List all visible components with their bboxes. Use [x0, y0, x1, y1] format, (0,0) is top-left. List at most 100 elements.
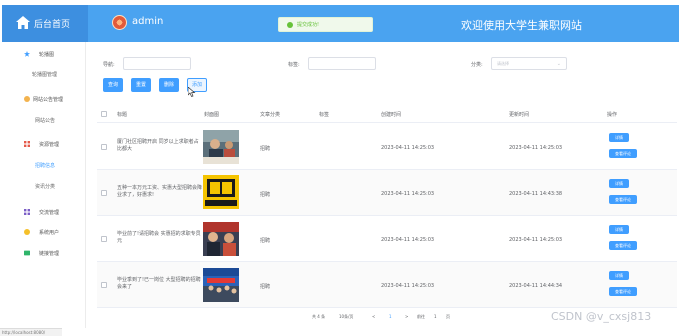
sidebar-item-users[interactable]: 系统用户 — [2, 226, 86, 240]
tag-filter-input[interactable] — [308, 57, 376, 70]
sidebar-item-notice-manage[interactable]: 网站公告管理 — [2, 93, 86, 107]
column-header-cover: 封面图 — [204, 112, 220, 118]
sidebar-item-notice[interactable]: 网站公告 — [2, 114, 86, 128]
pagination-goto-label: 前往 — [417, 314, 425, 319]
circle-icon — [24, 96, 30, 102]
brand-label: 后台首页 — [34, 20, 71, 30]
column-header-actions: 操作 — [607, 112, 618, 118]
pagination-page-size[interactable]: 10条/页 — [339, 314, 353, 320]
table-row: 毕业季到了!已一岗位 大型招聘的招聘会来了 招聘 2023-04-11 14:2… — [97, 262, 677, 308]
view-comments-button[interactable]: 查看评论 — [609, 287, 637, 296]
cover-image — [203, 268, 239, 302]
sidebar-item-label: 网站公告管理 — [33, 97, 64, 103]
sidebar-item-label: 网站公告 — [35, 118, 56, 124]
cover-image — [203, 175, 239, 209]
row-created: 2023-04-11 14:25:03 — [381, 283, 435, 289]
sidebar: 轮播图 轮播图管理 网站公告管理 网站公告 资源管理 招聘信息 资讯分类 交流管… — [2, 42, 86, 328]
row-created: 2023-04-11 14:25:03 — [381, 145, 435, 151]
detail-button[interactable]: 详情 — [609, 133, 629, 142]
nav-filter-input[interactable] — [123, 57, 191, 70]
select-all-checkbox[interactable] — [101, 111, 107, 117]
pagination-current-page[interactable]: 1 — [389, 314, 392, 319]
user-avatar[interactable] — [112, 15, 127, 30]
pagination-next[interactable]: > — [405, 314, 408, 319]
row-category: 招聘 — [260, 146, 271, 152]
status-url-bar: http://localhost:8080/ — [0, 328, 62, 336]
toast-message: 提交成功! — [297, 22, 320, 28]
cover-image — [203, 222, 239, 256]
row-updated: 2023-04-11 14:25:03 — [509, 237, 563, 243]
view-comments-button[interactable]: 查看评论 — [609, 241, 637, 250]
row-checkbox[interactable] — [101, 190, 107, 196]
delete-button[interactable]: 删除 — [159, 78, 179, 92]
row-updated: 2023-04-11 14:43:38 — [509, 191, 563, 197]
view-comments-button[interactable]: 查看评论 — [609, 149, 637, 158]
column-header-category[interactable]: 文章分类 — [260, 111, 280, 118]
column-header-updated[interactable]: 更新时间 — [509, 111, 529, 118]
sidebar-item-carousel-manage[interactable]: 轮播图管理 — [2, 68, 86, 82]
detail-button[interactable]: 详情 — [609, 179, 629, 188]
success-toast: 提交成功! — [278, 17, 373, 32]
apps-icon — [24, 209, 30, 215]
row-title: 毕业季到了!已一岗位 大型招聘的招聘会来了 — [117, 277, 201, 290]
row-category: 招聘 — [260, 192, 271, 198]
user-icon — [24, 229, 30, 235]
column-header-created[interactable]: 创建时间 — [381, 111, 401, 118]
row-title: 五种一本万元工资、实惠大型招聘会降业求了，好惠求! — [117, 185, 203, 198]
sidebar-item-links[interactable]: 链接管理 — [2, 247, 86, 261]
reset-button[interactable]: 重置 — [131, 78, 151, 92]
link-icon — [24, 250, 30, 256]
sidebar-item-exchange[interactable]: 交流管理 — [2, 206, 86, 220]
table-header: 标题 封面图 文章分类 标签 创建时间 更新时间 操作 — [97, 105, 677, 123]
app-frame: 后台首页 admin 提交成功! 欢迎使用大学生兼职网站 轮播图 轮播图管理 网… — [0, 0, 684, 336]
detail-button[interactable]: 详情 — [609, 225, 629, 234]
detail-button[interactable]: 详情 — [609, 271, 629, 280]
row-updated: 2023-04-11 14:25:03 — [509, 145, 563, 151]
sidebar-item-carousel[interactable]: 轮播图 — [2, 48, 86, 62]
column-header-tag: 标签 — [319, 112, 330, 118]
site-title: 欢迎使用大学生兼职网站 — [461, 19, 582, 32]
view-comments-button[interactable]: 查看评论 — [609, 195, 637, 204]
sidebar-item-label: 资讯分类 — [35, 184, 56, 190]
star-icon — [24, 51, 30, 57]
row-created: 2023-04-11 14:25:03 — [381, 237, 435, 243]
main-content: 导航: 标签: 分类: 请选择 ⌄ 查询 重置 删除 添加 标题 封面图 文章分… — [87, 42, 679, 328]
pagination-goto-input[interactable]: 1 — [434, 314, 437, 319]
watermark-text: CSDN @v_cxsj813 — [551, 310, 652, 323]
sidebar-item-label: 系统用户 — [39, 230, 60, 236]
pagination-total: 共 4 条 — [312, 314, 326, 319]
top-bar: 后台首页 admin 提交成功! 欢迎使用大学生兼职网站 — [2, 5, 679, 42]
pagination-prev[interactable]: < — [372, 314, 375, 319]
sidebar-item-label: 轮播图管理 — [32, 72, 58, 78]
sidebar-item-jobs[interactable]: 招聘信息 — [2, 159, 86, 173]
mouse-cursor-icon — [188, 87, 196, 97]
category-select-placeholder: 请选择 — [497, 61, 509, 66]
home-icon — [16, 16, 30, 29]
sidebar-item-label: 轮播图 — [39, 52, 55, 58]
row-checkbox[interactable] — [101, 282, 107, 288]
nav-filter-label: 导航: — [103, 62, 115, 68]
username-label[interactable]: admin — [132, 16, 163, 27]
brand-home-link[interactable]: 后台首页 — [2, 5, 88, 42]
success-icon — [287, 22, 293, 28]
sidebar-item-news-category[interactable]: 资讯分类 — [2, 180, 86, 194]
pagination-page-suffix: 页 — [446, 314, 450, 319]
category-select[interactable]: 请选择 ⌄ — [491, 57, 567, 70]
table-row: 五种一本万元工资、实惠大型招聘会降业求了，好惠求! 招聘 2023-04-11 … — [97, 170, 677, 216]
grid-icon — [24, 141, 30, 147]
row-category: 招聘 — [260, 238, 271, 244]
row-title: 毕业前了!请招聘会 实惠招的求职专员元 — [117, 231, 201, 244]
row-created: 2023-04-11 14:25:03 — [381, 191, 435, 197]
row-checkbox[interactable] — [101, 144, 107, 150]
sidebar-item-resources[interactable]: 资源管理 — [2, 138, 86, 152]
category-filter-label: 分类: — [471, 62, 483, 68]
query-button[interactable]: 查询 — [103, 78, 123, 92]
sidebar-item-label: 资源管理 — [39, 142, 60, 148]
sidebar-item-label: 链接管理 — [39, 251, 60, 257]
column-header-title[interactable]: 标题 — [117, 111, 127, 118]
row-checkbox[interactable] — [101, 236, 107, 242]
sidebar-item-label: 招聘信息 — [35, 163, 56, 169]
row-updated: 2023-04-11 14:44:34 — [509, 283, 563, 289]
tag-filter-label: 标签: — [288, 62, 300, 68]
row-title: 厦门社区招聘开启 同岁以上求职者占比都大 — [117, 139, 199, 152]
